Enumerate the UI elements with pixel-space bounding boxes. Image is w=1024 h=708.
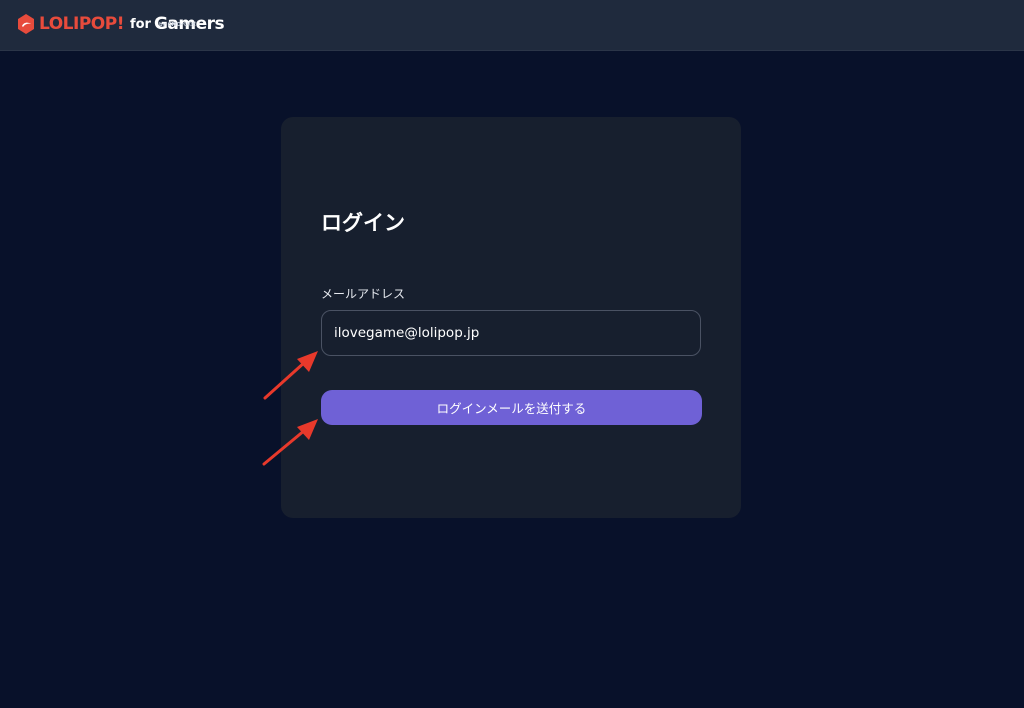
logo-for-text: for bbox=[129, 16, 151, 32]
top-header: LOLIPOP! for Gamers by GMOペパボ bbox=[0, 0, 1024, 51]
page-title: ログイン bbox=[321, 211, 405, 235]
page: LOLIPOP! for Gamers by GMOペパボ ログイン メールアド… bbox=[0, 0, 1024, 708]
logo-brand-text: LOLIPOP! bbox=[39, 13, 124, 34]
lolipop-logo-icon bbox=[18, 14, 34, 34]
email-field[interactable] bbox=[321, 310, 701, 356]
send-login-email-button[interactable]: ログインメールを送付する bbox=[321, 390, 702, 425]
login-card: ログイン メールアドレス ログインメールを送付する bbox=[281, 117, 741, 518]
email-label: メールアドレス bbox=[321, 287, 406, 301]
logo-by-gmo-text: by GMOペパボ bbox=[159, 22, 196, 28]
